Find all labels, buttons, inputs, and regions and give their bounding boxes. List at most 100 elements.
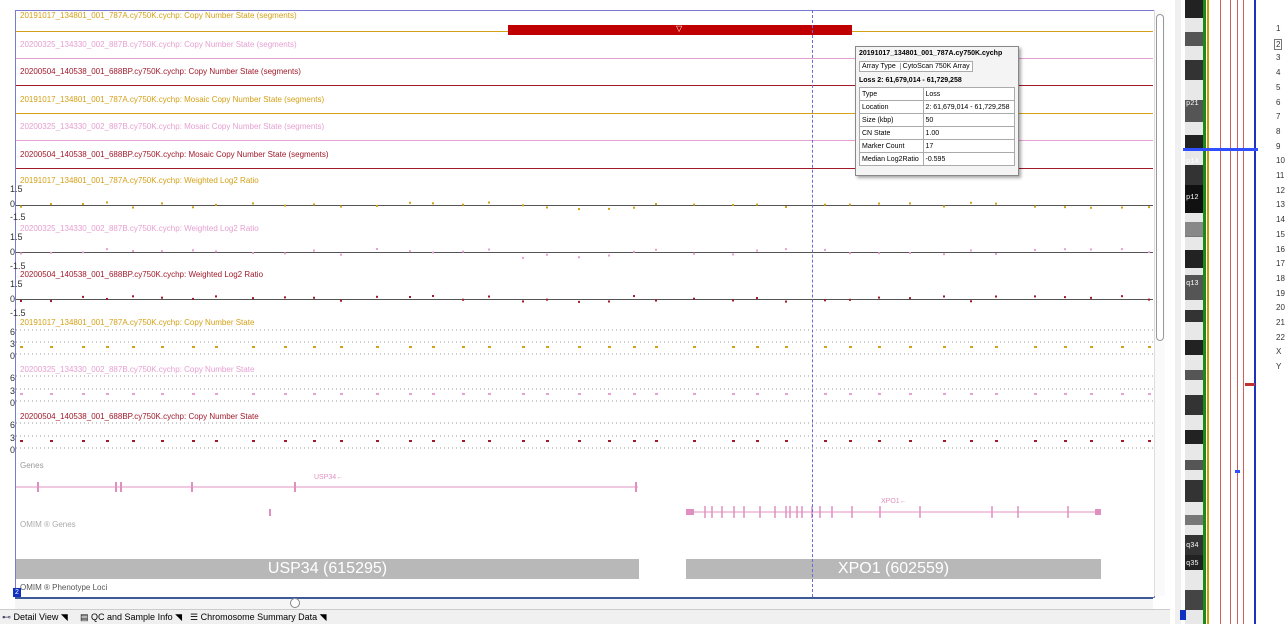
cn-point xyxy=(284,393,287,395)
log2-point xyxy=(608,254,610,257)
chromosome-item-19[interactable]: 19 xyxy=(1276,289,1285,298)
chromosome-item-14[interactable]: 14 xyxy=(1276,215,1285,224)
log2-point xyxy=(313,203,315,206)
log2-point xyxy=(340,299,342,302)
cn-point xyxy=(409,346,412,348)
gene-exon xyxy=(1095,509,1101,515)
log2-point xyxy=(878,252,880,255)
chromosome-item-6[interactable]: 6 xyxy=(1276,98,1280,107)
chromosome-item-18[interactable]: 18 xyxy=(1276,274,1285,283)
cn-point xyxy=(1148,393,1151,395)
tooltip-file: 20191017_134801_001_787A.cy750K.cychp xyxy=(859,50,1003,57)
chromosome-item-11[interactable]: 11 xyxy=(1276,171,1284,180)
chromosome-item-12[interactable]: 12 xyxy=(1276,186,1285,195)
chromosome-item-8[interactable]: 8 xyxy=(1276,127,1280,136)
cn-point xyxy=(284,440,287,442)
cn-point xyxy=(732,440,735,442)
log2-point xyxy=(633,295,635,298)
cn-point xyxy=(608,440,611,442)
log2-point xyxy=(522,256,524,259)
log2-point xyxy=(633,206,635,209)
tab-qc-sample-info[interactable]: ▤ QC and Sample Info ◥ xyxy=(80,612,182,623)
chromosome-item-15[interactable]: 15 xyxy=(1276,230,1285,239)
chromosome-item-16[interactable]: 16 xyxy=(1276,245,1285,254)
cn-point xyxy=(20,346,23,348)
log2-point xyxy=(608,300,610,303)
ideogram-band xyxy=(1185,135,1203,149)
log2-point xyxy=(878,296,880,299)
cn-point xyxy=(82,346,85,348)
cn-point xyxy=(462,346,465,348)
cn-point xyxy=(462,393,465,395)
log2-point xyxy=(1121,206,1123,209)
chromosome-item-3[interactable]: 3 xyxy=(1276,53,1280,62)
chromosome-item-22[interactable]: 22 xyxy=(1276,333,1285,342)
cn-point xyxy=(313,393,316,395)
cn-point xyxy=(633,440,636,442)
omim-bar-xpo1[interactable]: XPO1 (602559) xyxy=(686,559,1101,579)
log2-point xyxy=(756,249,758,252)
cn-point xyxy=(340,346,343,348)
chromosome-item-4[interactable]: 4 xyxy=(1276,68,1280,77)
omim-label-usp34: USP34 (615295) xyxy=(267,560,388,577)
ideogram-band xyxy=(1185,340,1203,355)
gene-exon xyxy=(686,509,694,515)
log2-point xyxy=(409,250,411,253)
chromosome-item-20[interactable]: 20 xyxy=(1276,303,1285,312)
tab-dropdown-icon[interactable]: ◥ xyxy=(175,612,182,622)
tooltip-array-type: Array Type CytoScan 750K Array xyxy=(859,61,973,72)
gene-label-xpo1[interactable]: XPO1← xyxy=(881,498,907,505)
cursor-line[interactable] xyxy=(812,10,813,597)
cn-point xyxy=(50,346,53,348)
cn-point xyxy=(909,440,912,442)
chromosome-item-5[interactable]: 5 xyxy=(1276,83,1280,92)
cn-point xyxy=(1121,346,1124,348)
tooltip-row: Median Log2Ratio -0.595 xyxy=(859,152,1015,166)
log2-point xyxy=(909,251,911,254)
cn-point xyxy=(82,440,85,442)
log2-point xyxy=(50,251,52,254)
cn-point xyxy=(82,393,85,395)
log2-point xyxy=(432,295,434,298)
chromosome-ideogram[interactable] xyxy=(1175,0,1285,624)
ideogram-band xyxy=(1185,370,1203,380)
cn-point xyxy=(693,346,696,348)
cn-point xyxy=(522,346,525,348)
tooltip-title: Loss 2: 61,679,014 - 61,729,258 xyxy=(859,77,962,84)
cn-point xyxy=(608,346,611,348)
cn-point xyxy=(732,393,735,395)
log2-point xyxy=(578,208,580,211)
scroll-handle-icon[interactable] xyxy=(290,598,300,608)
chromosome-item-13[interactable]: 13 xyxy=(1276,200,1285,209)
cn-point xyxy=(252,346,255,348)
chromosome-item-7[interactable]: 7 xyxy=(1276,112,1280,121)
ideogram-stripe xyxy=(1254,0,1256,624)
chromosome-item-Y[interactable]: Y xyxy=(1276,362,1281,371)
band-label: p14 xyxy=(1186,158,1199,166)
cn-point xyxy=(756,346,759,348)
tab-detail-view[interactable]: ⊷ Detail View ◥ xyxy=(2,612,68,623)
log2-point xyxy=(340,253,342,256)
tab-chromosome-summary[interactable]: ☰ Chromosome Summary Data ◥ xyxy=(190,612,327,623)
chromosome-item-2[interactable]: 2 xyxy=(1274,38,1283,50)
chromosome-item-9[interactable]: 9 xyxy=(1276,142,1280,151)
cn-point xyxy=(995,393,998,395)
log2-point xyxy=(252,252,254,255)
cn-point xyxy=(340,440,343,442)
cn-point xyxy=(633,393,636,395)
tab-dropdown-icon[interactable]: ◥ xyxy=(61,612,68,622)
chromosome-item-17[interactable]: 17 xyxy=(1276,259,1285,268)
tooltip-table: Type Loss Location 2: 61,679,014 - 61,729,… xyxy=(859,87,1015,166)
gene-label-usp34[interactable]: USP34← xyxy=(314,474,343,481)
ideogram-stripe xyxy=(1207,0,1209,624)
cn-point xyxy=(756,440,759,442)
chromosome-item-1[interactable]: 1 xyxy=(1276,24,1280,33)
cn-point xyxy=(655,440,658,442)
vertical-scroll-thumb[interactable] xyxy=(1156,14,1164,341)
tab-dropdown-icon[interactable]: ◥ xyxy=(320,612,327,622)
log2-point xyxy=(340,205,342,208)
omim-bar-usp34[interactable]: USP34 (615295) xyxy=(16,559,639,579)
chromosome-item-10[interactable]: 10 xyxy=(1276,156,1285,165)
chromosome-item-21[interactable]: 21 xyxy=(1276,318,1285,327)
chromosome-item-X[interactable]: X xyxy=(1276,347,1281,356)
